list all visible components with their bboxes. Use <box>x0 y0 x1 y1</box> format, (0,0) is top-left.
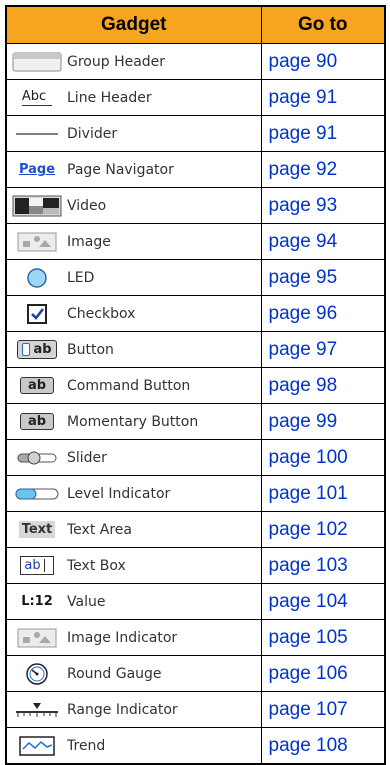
table-row: Slider page 100 <box>5 439 386 476</box>
checkbox-icon <box>11 303 63 325</box>
gadget-label: Checkbox <box>67 305 136 322</box>
table-row: Text Text Area page 102 <box>5 511 386 548</box>
gadget-label: Line Header <box>67 89 152 106</box>
page-link[interactable]: page 105 <box>269 627 348 648</box>
gadget-label: Range Indicator <box>67 701 178 718</box>
gadget-label: LED <box>67 269 95 286</box>
round-gauge-icon <box>11 662 63 685</box>
page-link[interactable]: page 90 <box>269 51 338 72</box>
table-row: Abc Line Header page 91 <box>5 79 386 116</box>
text-area-icon-text: Text <box>18 521 56 538</box>
page-link[interactable]: page 107 <box>269 699 348 720</box>
page-navigator-icon: Page <box>11 159 63 181</box>
table-row: ab Command Button page 98 <box>5 367 386 404</box>
table-row: ab Momentary Button page 99 <box>5 403 386 440</box>
gadget-label: Image Indicator <box>67 629 178 646</box>
video-icon <box>11 195 63 217</box>
trend-icon <box>11 735 63 757</box>
page-link[interactable]: page 93 <box>269 195 338 216</box>
table-row: Checkbox page 96 <box>5 295 386 332</box>
gadget-label: Text Area <box>67 521 132 538</box>
gadget-label: Value <box>67 593 106 610</box>
gadget-label: Group Header <box>67 53 166 70</box>
page-link[interactable]: page 101 <box>269 483 348 504</box>
gadget-label: Command Button <box>67 377 191 394</box>
table-row: Image Indicator page 105 <box>5 619 386 656</box>
gadget-label: Trend <box>67 737 106 754</box>
gadget-label: Divider <box>67 125 118 142</box>
table-row: Group Header page 90 <box>5 43 386 80</box>
line-header-icon-text: Abc <box>21 89 53 106</box>
table-row: Divider page 91 <box>5 115 386 152</box>
goto-column-header: Go to <box>260 5 386 44</box>
momentary-button-icon-text: ab <box>19 413 55 430</box>
level-indicator-icon <box>11 483 63 505</box>
table-row: Trend page 108 <box>5 727 386 765</box>
page-link[interactable]: page 102 <box>269 519 348 540</box>
command-button-icon: ab <box>11 375 63 397</box>
button-icon: ab <box>11 339 63 361</box>
image-indicator-icon <box>11 627 63 649</box>
page-link[interactable]: page 92 <box>269 159 338 180</box>
value-icon: L:12 <box>11 591 63 613</box>
page-link[interactable]: page 99 <box>269 411 338 432</box>
table-row: Round Gauge page 106 <box>5 655 386 692</box>
gadget-table: Gadget Go to Group Header page 90 Abc Li… <box>5 5 386 765</box>
command-button-icon-text: ab <box>19 377 55 394</box>
gadget-label: Page Navigator <box>67 161 174 178</box>
gadget-label: Text Box <box>67 557 126 574</box>
button-icon-text: ab <box>33 342 52 357</box>
page-link[interactable]: page 91 <box>269 87 338 108</box>
group-header-icon <box>11 51 63 73</box>
line-header-icon: Abc <box>11 87 63 109</box>
page-link[interactable]: page 96 <box>269 303 338 324</box>
page-link[interactable]: page 94 <box>269 231 338 252</box>
gadget-label: Momentary Button <box>67 413 199 430</box>
page-navigator-icon-text: Page <box>18 162 56 177</box>
gadget-column-header: Gadget <box>5 5 262 44</box>
table-row: Image page 94 <box>5 223 386 260</box>
table-row: Level Indicator page 101 <box>5 475 386 512</box>
image-icon <box>11 231 63 253</box>
table-row: Video page 93 <box>5 187 386 224</box>
gadget-label: Round Gauge <box>67 665 162 682</box>
value-icon-text: L:12 <box>21 594 53 609</box>
page-link[interactable]: page 100 <box>269 447 348 468</box>
table-row: ab Button page 97 <box>5 331 386 368</box>
divider-icon <box>11 123 63 145</box>
gadget-label: Slider <box>67 449 107 466</box>
page-link[interactable]: page 97 <box>269 339 338 360</box>
led-icon <box>11 267 63 289</box>
text-area-icon: Text <box>11 519 63 541</box>
table-row: ab Text Box page 103 <box>5 547 386 584</box>
table-header-row: Gadget Go to <box>5 5 386 44</box>
table-row: Range Indicator page 107 <box>5 691 386 728</box>
text-box-icon: ab <box>11 555 63 577</box>
gadget-label: Button <box>67 341 114 358</box>
range-indicator-icon <box>11 699 63 721</box>
gadget-label: Level Indicator <box>67 485 171 502</box>
gadget-label: Image <box>67 233 111 250</box>
page-link[interactable]: page 98 <box>269 375 338 396</box>
table-row: Page Page Navigator page 92 <box>5 151 386 188</box>
page-link[interactable]: page 95 <box>269 267 338 288</box>
text-box-icon-text: ab <box>24 558 41 573</box>
page-link[interactable]: page 106 <box>269 663 348 684</box>
page-link[interactable]: page 108 <box>269 735 348 756</box>
table-row: L:12 Value page 104 <box>5 583 386 620</box>
page-link[interactable]: page 91 <box>269 123 338 144</box>
page-link[interactable]: page 103 <box>269 555 348 576</box>
table-row: LED page 95 <box>5 259 386 296</box>
slider-icon <box>11 447 63 469</box>
gadget-label: Video <box>67 197 107 214</box>
page-link[interactable]: page 104 <box>269 591 348 612</box>
momentary-button-icon: ab <box>11 411 63 433</box>
